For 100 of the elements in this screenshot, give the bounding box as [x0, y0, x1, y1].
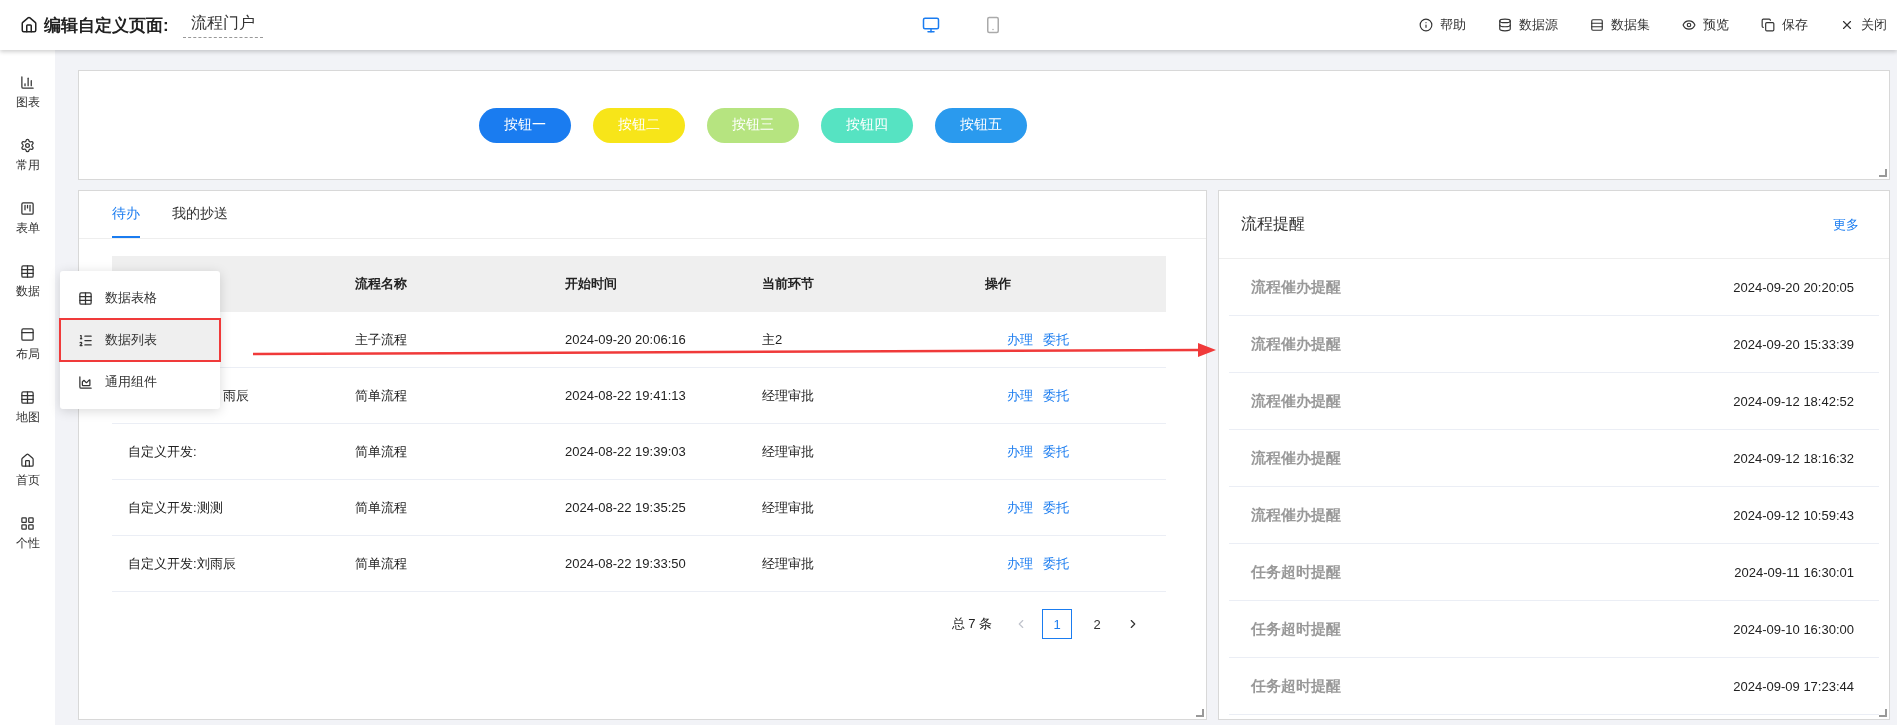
action-link[interactable]: 委托 — [1043, 554, 1069, 573]
grid-icon — [20, 516, 35, 531]
sidebar-item[interactable]: 个性 — [15, 516, 40, 552]
sidebar-item[interactable]: 地图 — [15, 390, 40, 426]
grid-icon — [20, 264, 35, 279]
sidebar-item[interactable]: 布局 — [15, 327, 40, 363]
page-name-field[interactable]: 流程门户 — [182, 12, 263, 38]
reminder-item[interactable]: 任务超时提醒 2024-09-09 17:23:44 — [1229, 658, 1879, 715]
table-cell-text: 2024-09-20 20:06:16 — [564, 332, 687, 347]
menu-item[interactable]: 通用组件 — [60, 361, 220, 403]
table-cell-text: 经理审批 — [761, 442, 815, 461]
table-cell-text: 经理审批 — [761, 386, 815, 405]
info-icon — [1419, 18, 1433, 32]
column-header: 操作 — [984, 275, 1012, 293]
area-chart-icon — [78, 374, 93, 390]
total-count: 总 7 条 — [951, 615, 992, 633]
pill-button[interactable]: 按钮一 — [479, 107, 571, 143]
toolbar-button[interactable]: 数据集 — [1590, 16, 1650, 34]
action-link[interactable]: 委托 — [1043, 330, 1069, 349]
close-icon — [1840, 18, 1854, 32]
more-link[interactable]: 更多 — [1833, 215, 1859, 234]
reminder-time: 2024-09-09 17:23:44 — [1733, 678, 1854, 694]
toolbar-button[interactable]: 关闭 — [1840, 16, 1887, 34]
copy-icon — [1761, 18, 1775, 32]
toolbar-button[interactable]: 数据源 — [1498, 16, 1558, 34]
home-icon[interactable] — [20, 16, 38, 34]
grid-icon — [78, 290, 93, 306]
table-cell-text: 2024-08-22 19:35:25 — [564, 500, 687, 515]
board-icon — [20, 201, 35, 216]
settings-icon — [20, 138, 35, 153]
sidebar-item[interactable]: 首页 — [15, 453, 40, 489]
table-cell-text: 自定义开发:刘雨辰 — [127, 554, 237, 573]
resize-handle-icon[interactable] — [1879, 169, 1887, 177]
grid-icon — [20, 390, 35, 405]
reminder-title: 流程催办提醒 — [1251, 334, 1341, 354]
toolbar-button[interactable]: 保存 — [1761, 16, 1808, 34]
table-cell-text: 简单流程 — [354, 498, 408, 517]
home-icon — [20, 453, 35, 468]
reminder-time: 2024-09-20 20:20:05 — [1733, 279, 1854, 295]
database-icon — [1498, 18, 1512, 32]
table-cell-text: 经理审批 — [761, 554, 815, 573]
sidebar-item[interactable]: 图表 — [15, 75, 40, 111]
action-link[interactable]: 办理 — [1007, 554, 1033, 573]
page-title: 编辑自定义页面: — [44, 14, 169, 37]
reminder-item[interactable]: 流程催办提醒 2024-09-12 18:16:32 — [1229, 430, 1879, 487]
reminder-item[interactable]: 任务超时提醒 2024-09-10 16:30:00 — [1229, 601, 1879, 658]
action-link[interactable]: 办理 — [1007, 498, 1033, 517]
table-cell-text: 自定义开发:测测 — [127, 498, 224, 517]
sidebar-item[interactable]: 数据 — [15, 264, 40, 300]
action-link[interactable]: 委托 — [1043, 498, 1069, 517]
action-link[interactable]: 委托 — [1043, 386, 1069, 405]
reminder-time: 2024-09-12 18:16:32 — [1733, 450, 1854, 466]
tab[interactable]: 待办 — [112, 191, 140, 238]
table-cell-text: 2024-08-22 19:41:13 — [564, 388, 687, 403]
rows-icon — [1590, 18, 1604, 32]
reminder-item[interactable]: 流程催办提醒 2024-09-20 20:20:05 — [1229, 259, 1879, 316]
reminder-title: 任务超时提醒 — [1251, 562, 1341, 582]
menu-item[interactable]: 数据表格 — [60, 277, 220, 319]
table-cell-text: 简单流程 — [354, 554, 408, 573]
window-icon — [20, 327, 35, 342]
sidebar-item[interactable]: 常用 — [15, 138, 40, 174]
table-cell-text: 2024-08-22 19:39:03 — [564, 444, 687, 459]
column-header: 开始时间 — [564, 275, 618, 293]
reminder-time: 2024-09-10 16:30:00 — [1733, 621, 1854, 637]
reminder-title: 任务超时提醒 — [1251, 619, 1341, 639]
numbered-list-icon — [78, 332, 93, 348]
table-cell-text: 简单流程 — [354, 386, 408, 405]
resize-handle-icon[interactable] — [1879, 709, 1887, 717]
column-header: 流程名称 — [354, 275, 408, 293]
table-cell-text: 经理审批 — [761, 498, 815, 517]
toolbar-button[interactable]: 预览 — [1682, 16, 1729, 34]
reminder-item[interactable]: 流程催办提醒 2024-09-12 18:42:52 — [1229, 373, 1879, 430]
reminder-title: 流程催办提醒 — [1251, 391, 1341, 411]
tab[interactable]: 我的抄送 — [172, 191, 228, 238]
reminder-item[interactable]: 流程催办提醒 2024-09-20 15:33:39 — [1229, 316, 1879, 373]
reminder-title: 流程催办提醒 — [1251, 277, 1341, 297]
menu-item[interactable]: 数据列表 — [60, 319, 220, 361]
table-cell-text: 主2 — [761, 330, 784, 349]
toolbar-button[interactable]: 帮助 — [1419, 16, 1466, 34]
reminder-title: 流程催办提醒 — [1251, 505, 1341, 525]
reminder-time: 2024-09-20 15:33:39 — [1733, 336, 1854, 352]
reminder-item[interactable]: 流程催办提醒 2024-09-12 10:59:43 — [1229, 487, 1879, 544]
reminder-time: 2024-09-11 16:30:01 — [1734, 564, 1854, 580]
table-cell-text: 雨辰 — [222, 386, 250, 405]
action-link[interactable]: 办理 — [1007, 330, 1033, 349]
table-cell-text: 简单流程 — [354, 442, 408, 461]
bar-chart-icon — [20, 75, 35, 90]
reminder-time: 2024-09-12 18:42:52 — [1733, 393, 1854, 409]
reminder-title: 流程催办提醒 — [1251, 448, 1341, 468]
resize-handle-icon[interactable] — [1196, 709, 1204, 717]
reminder-title: 任务超时提醒 — [1251, 676, 1341, 696]
action-link[interactable]: 办理 — [1007, 386, 1033, 405]
table-cell-text: 2024-08-22 19:33:50 — [564, 556, 687, 571]
page-button[interactable]: 1 — [1042, 609, 1072, 639]
reminder-item[interactable]: 任务超时提醒 2024-09-11 16:30:01 — [1229, 544, 1879, 601]
eye-icon — [1682, 18, 1696, 32]
action-link[interactable]: 委托 — [1043, 442, 1069, 461]
sidebar-item[interactable]: 表单 — [15, 201, 40, 237]
action-link[interactable]: 办理 — [1007, 442, 1033, 461]
table-cell-text: 主子流程 — [354, 330, 408, 349]
